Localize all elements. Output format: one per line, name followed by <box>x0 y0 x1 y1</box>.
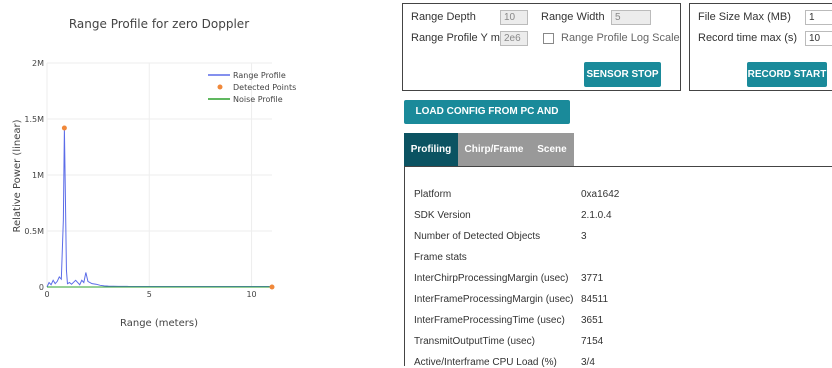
stat-value: 2.1.0.4 <box>581 210 612 221</box>
profile-ymax-field[interactable]: 2e6 <box>500 31 528 46</box>
stat-value: 3651 <box>581 315 604 326</box>
record-panel: File Size Max (MB) 1 Record time max (s)… <box>689 3 832 91</box>
chart-legend: Range Profile Detected Points Noise Profil… <box>208 71 296 104</box>
record-start-button[interactable]: RECORD START <box>747 62 827 87</box>
chart-title: Range Profile for zero Doppler <box>69 17 249 31</box>
tab-chirp-frame[interactable]: Chirp/Frame <box>458 133 530 166</box>
y-tick-label: 1M <box>32 171 44 180</box>
x-tick-label: 10 <box>246 290 256 299</box>
y-tick-label: 2M <box>32 59 44 68</box>
stat-value: 84511 <box>581 294 609 305</box>
stat-label: Platform <box>414 189 452 200</box>
file-size-field[interactable]: 1 <box>805 10 832 25</box>
y-tick-label: 0.5M <box>24 227 44 236</box>
stat-value: 3/4 <box>581 357 595 368</box>
stat-label: InterChirpProcessingMargin (usec) <box>414 273 569 284</box>
profile-ymax-label: Range Profile Y max <box>411 32 512 44</box>
log-scale-checkbox[interactable] <box>543 33 554 44</box>
y-axis-ticks: 0 0.5M 1M 1.5M 2M <box>24 59 44 292</box>
y-tick-label: 1.5M <box>24 115 44 124</box>
stat-label: InterFrameProcessingMargin (usec) <box>414 294 574 305</box>
x-axis-label: Range (meters) <box>120 318 198 329</box>
y-axis-label: Relative Power (linear) <box>12 119 23 232</box>
x-tick-label: 5 <box>147 290 152 299</box>
range-width-field[interactable]: 5 <box>611 10 651 25</box>
range-profile-line <box>46 127 272 288</box>
x-axis-ticks: 0 5 10 <box>44 290 256 299</box>
stat-label: TransmitOutputTime (usec) <box>414 336 535 347</box>
chart-series <box>46 125 275 290</box>
stat-value: 7154 <box>581 336 604 347</box>
stat-value: 3 <box>581 231 587 242</box>
y-tick-label: 0 <box>39 283 44 292</box>
load-config-button[interactable]: LOAD CONFIG FROM PC AND SEND <box>404 100 570 141</box>
stat-value: 3771 <box>581 273 604 284</box>
stat-value: 0xa1642 <box>581 189 620 200</box>
stat-label: Active/Interframe CPU Load (%) <box>414 357 557 368</box>
range-width-label: Range Width <box>541 11 605 23</box>
stat-label: Number of Detected Objects <box>414 231 541 242</box>
legend-label: Range Profile <box>233 71 286 80</box>
profiling-info-panel: Platform 0xa1642 SDK Version 2.1.0.4 Number … <box>404 166 832 368</box>
record-time-field[interactable]: 10 <box>805 31 832 46</box>
stat-label: InterFrameProcessingTime (usec) <box>414 315 565 326</box>
stat-label: Frame stats <box>414 252 467 263</box>
detected-point <box>269 284 275 290</box>
x-tick-label: 0 <box>44 290 49 299</box>
range-depth-field[interactable]: 10 <box>500 10 528 25</box>
tab-scene[interactable]: Scene <box>530 133 574 166</box>
legend-label: Detected Points <box>233 83 296 92</box>
detected-point <box>61 125 67 131</box>
legend-label: Noise Profile <box>233 95 283 104</box>
record-time-label: Record time max (s) <box>698 32 798 44</box>
log-scale-label: Range Profile Log Scale <box>561 32 680 44</box>
sensor-panel: Range Depth 10 Range Width 5 Range Profi… <box>402 3 681 91</box>
stat-label: SDK Version <box>414 210 471 221</box>
sensor-stop-button[interactable]: SENSOR STOP <box>584 62 661 87</box>
legend-marker <box>217 84 223 90</box>
range-depth-label: Range Depth <box>411 11 476 23</box>
tab-profiling[interactable]: Profiling <box>404 133 458 166</box>
file-size-label: File Size Max (MB) <box>698 11 791 23</box>
range-profile-chart: Range Profile for zero Doppler 0 0.5M 1M 1.… <box>12 17 296 329</box>
